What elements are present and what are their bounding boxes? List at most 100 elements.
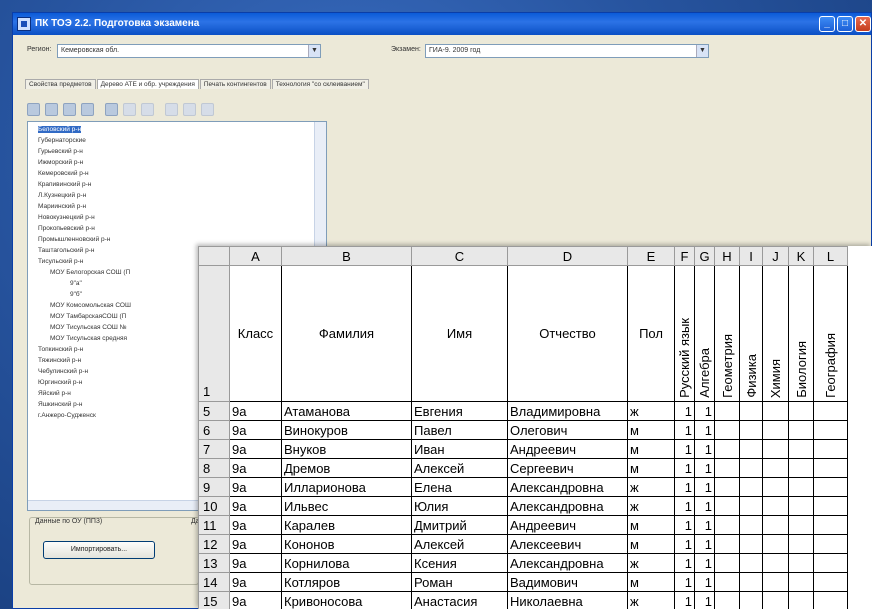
cell-class[interactable]: 9а — [229, 401, 282, 421]
cell-last-name[interactable]: Котляров — [281, 572, 412, 592]
cell-algebra[interactable]: 1 — [694, 458, 715, 478]
row-number[interactable]: 7 — [198, 439, 230, 459]
row-number[interactable]: 12 — [198, 534, 230, 554]
cell-biology[interactable] — [788, 572, 814, 592]
column-header[interactable]: F — [674, 246, 695, 266]
cell-russian[interactable]: 1 — [674, 591, 695, 609]
cell-physics[interactable] — [739, 477, 763, 497]
cell-russian[interactable]: 1 — [674, 477, 695, 497]
cell-class[interactable]: 9а — [229, 553, 282, 573]
cell-geography[interactable] — [813, 458, 848, 478]
cell-middle-name[interactable]: Андреевич — [507, 439, 628, 459]
cell-russian[interactable]: 1 — [674, 572, 695, 592]
cell-geography[interactable] — [813, 477, 848, 497]
cell-middle-name[interactable]: Александровна — [507, 496, 628, 516]
cell-geography[interactable] — [813, 420, 848, 440]
cell-physics[interactable] — [739, 420, 763, 440]
cell-russian[interactable]: 1 — [674, 515, 695, 535]
row-number[interactable]: 9 — [198, 477, 230, 497]
tree-node[interactable]: 9"а" — [70, 280, 82, 287]
column-header[interactable]: B — [281, 246, 412, 266]
toolbar-add-child-icon[interactable] — [45, 103, 58, 116]
cell-chemistry[interactable] — [762, 401, 789, 421]
cell-geometry[interactable] — [714, 477, 740, 497]
cell-middle-name[interactable]: Александровна — [507, 553, 628, 573]
cell-class[interactable]: 9а — [229, 420, 282, 440]
cell-sex[interactable]: м — [627, 572, 675, 592]
tab-gluing-technology[interactable]: Технология "со склеиванием" — [271, 79, 369, 89]
header-russian[interactable]: Русский язык — [674, 265, 695, 402]
cell-geography[interactable] — [813, 515, 848, 535]
chevron-down-icon[interactable]: ▼ — [696, 45, 708, 57]
cell-class[interactable]: 9а — [229, 477, 282, 497]
cell-sex[interactable]: ж — [627, 496, 675, 516]
cell-geometry[interactable] — [714, 401, 740, 421]
cell-sex[interactable]: ж — [627, 477, 675, 497]
column-header[interactable]: J — [762, 246, 789, 266]
cell-geometry[interactable] — [714, 572, 740, 592]
cell-chemistry[interactable] — [762, 477, 789, 497]
cell-physics[interactable] — [739, 572, 763, 592]
cell-sex[interactable]: м — [627, 534, 675, 554]
cell-first-name[interactable]: Елена — [411, 477, 508, 497]
tree-node[interactable]: Губернаторские — [38, 137, 86, 144]
cell-geometry[interactable] — [714, 534, 740, 554]
row-number[interactable]: 15 — [198, 591, 230, 609]
cell-chemistry[interactable] — [762, 439, 789, 459]
cell-sex[interactable]: м — [627, 420, 675, 440]
import-button[interactable]: Импортировать... — [43, 541, 155, 559]
cell-first-name[interactable]: Павел — [411, 420, 508, 440]
cell-physics[interactable] — [739, 439, 763, 459]
cell-physics[interactable] — [739, 515, 763, 535]
tree-node[interactable]: Тисульский р-н — [38, 258, 83, 265]
cell-sex[interactable]: ж — [627, 553, 675, 573]
toolbar-expand-icon[interactable] — [165, 103, 178, 116]
cell-chemistry[interactable] — [762, 534, 789, 554]
row-number[interactable]: 8 — [198, 458, 230, 478]
cell-sex[interactable]: м — [627, 439, 675, 459]
cell-first-name[interactable]: Дмитрий — [411, 515, 508, 535]
cell-physics[interactable] — [739, 496, 763, 516]
cell-first-name[interactable]: Алексей — [411, 534, 508, 554]
cell-algebra[interactable]: 1 — [694, 572, 715, 592]
cell-russian[interactable]: 1 — [674, 553, 695, 573]
cell-physics[interactable] — [739, 458, 763, 478]
cell-last-name[interactable]: Внуков — [281, 439, 412, 459]
cell-physics[interactable] — [739, 591, 763, 609]
tree-node[interactable]: Промышленновский р-н — [38, 236, 110, 243]
header-first-name[interactable]: Имя — [411, 265, 508, 402]
cell-biology[interactable] — [788, 591, 814, 609]
cell-biology[interactable] — [788, 458, 814, 478]
cell-first-name[interactable]: Иван — [411, 439, 508, 459]
tree-node[interactable]: Юргинский р-н — [38, 379, 82, 386]
column-header[interactable]: A — [229, 246, 282, 266]
cell-sex[interactable]: ж — [627, 401, 675, 421]
cell-middle-name[interactable]: Александровна — [507, 477, 628, 497]
cell-algebra[interactable]: 1 — [694, 553, 715, 573]
cell-first-name[interactable]: Юлия — [411, 496, 508, 516]
cell-last-name[interactable]: Винокуров — [281, 420, 412, 440]
tree-node[interactable]: Чебулинский р-н — [38, 368, 88, 375]
cell-russian[interactable]: 1 — [674, 401, 695, 421]
tree-node[interactable]: Прокопьевский р-н — [38, 225, 95, 232]
column-header[interactable]: H — [714, 246, 740, 266]
header-geometry[interactable]: Геометрия — [714, 265, 740, 402]
cell-sex[interactable]: м — [627, 515, 675, 535]
toolbar-paste-icon[interactable] — [123, 103, 136, 116]
tree-node[interactable]: г.Анжеро-Судженск — [38, 412, 96, 419]
column-header[interactable]: D — [507, 246, 628, 266]
cell-biology[interactable] — [788, 420, 814, 440]
column-header[interactable]: L — [813, 246, 848, 266]
cell-biology[interactable] — [788, 477, 814, 497]
tree-node[interactable]: Гурьевский р-н — [38, 148, 83, 155]
cell-middle-name[interactable]: Вадимович — [507, 572, 628, 592]
toolbar-copy-icon[interactable] — [105, 103, 118, 116]
header-physics[interactable]: Физика — [739, 265, 763, 402]
cell-geography[interactable] — [813, 496, 848, 516]
cell-first-name[interactable]: Ксения — [411, 553, 508, 573]
cell-algebra[interactable]: 1 — [694, 420, 715, 440]
tree-node[interactable]: Беловский р-н — [38, 126, 82, 133]
row-number[interactable]: 13 — [198, 553, 230, 573]
tree-node[interactable]: Кемеровский р-н — [38, 170, 89, 177]
cell-russian[interactable]: 1 — [674, 439, 695, 459]
